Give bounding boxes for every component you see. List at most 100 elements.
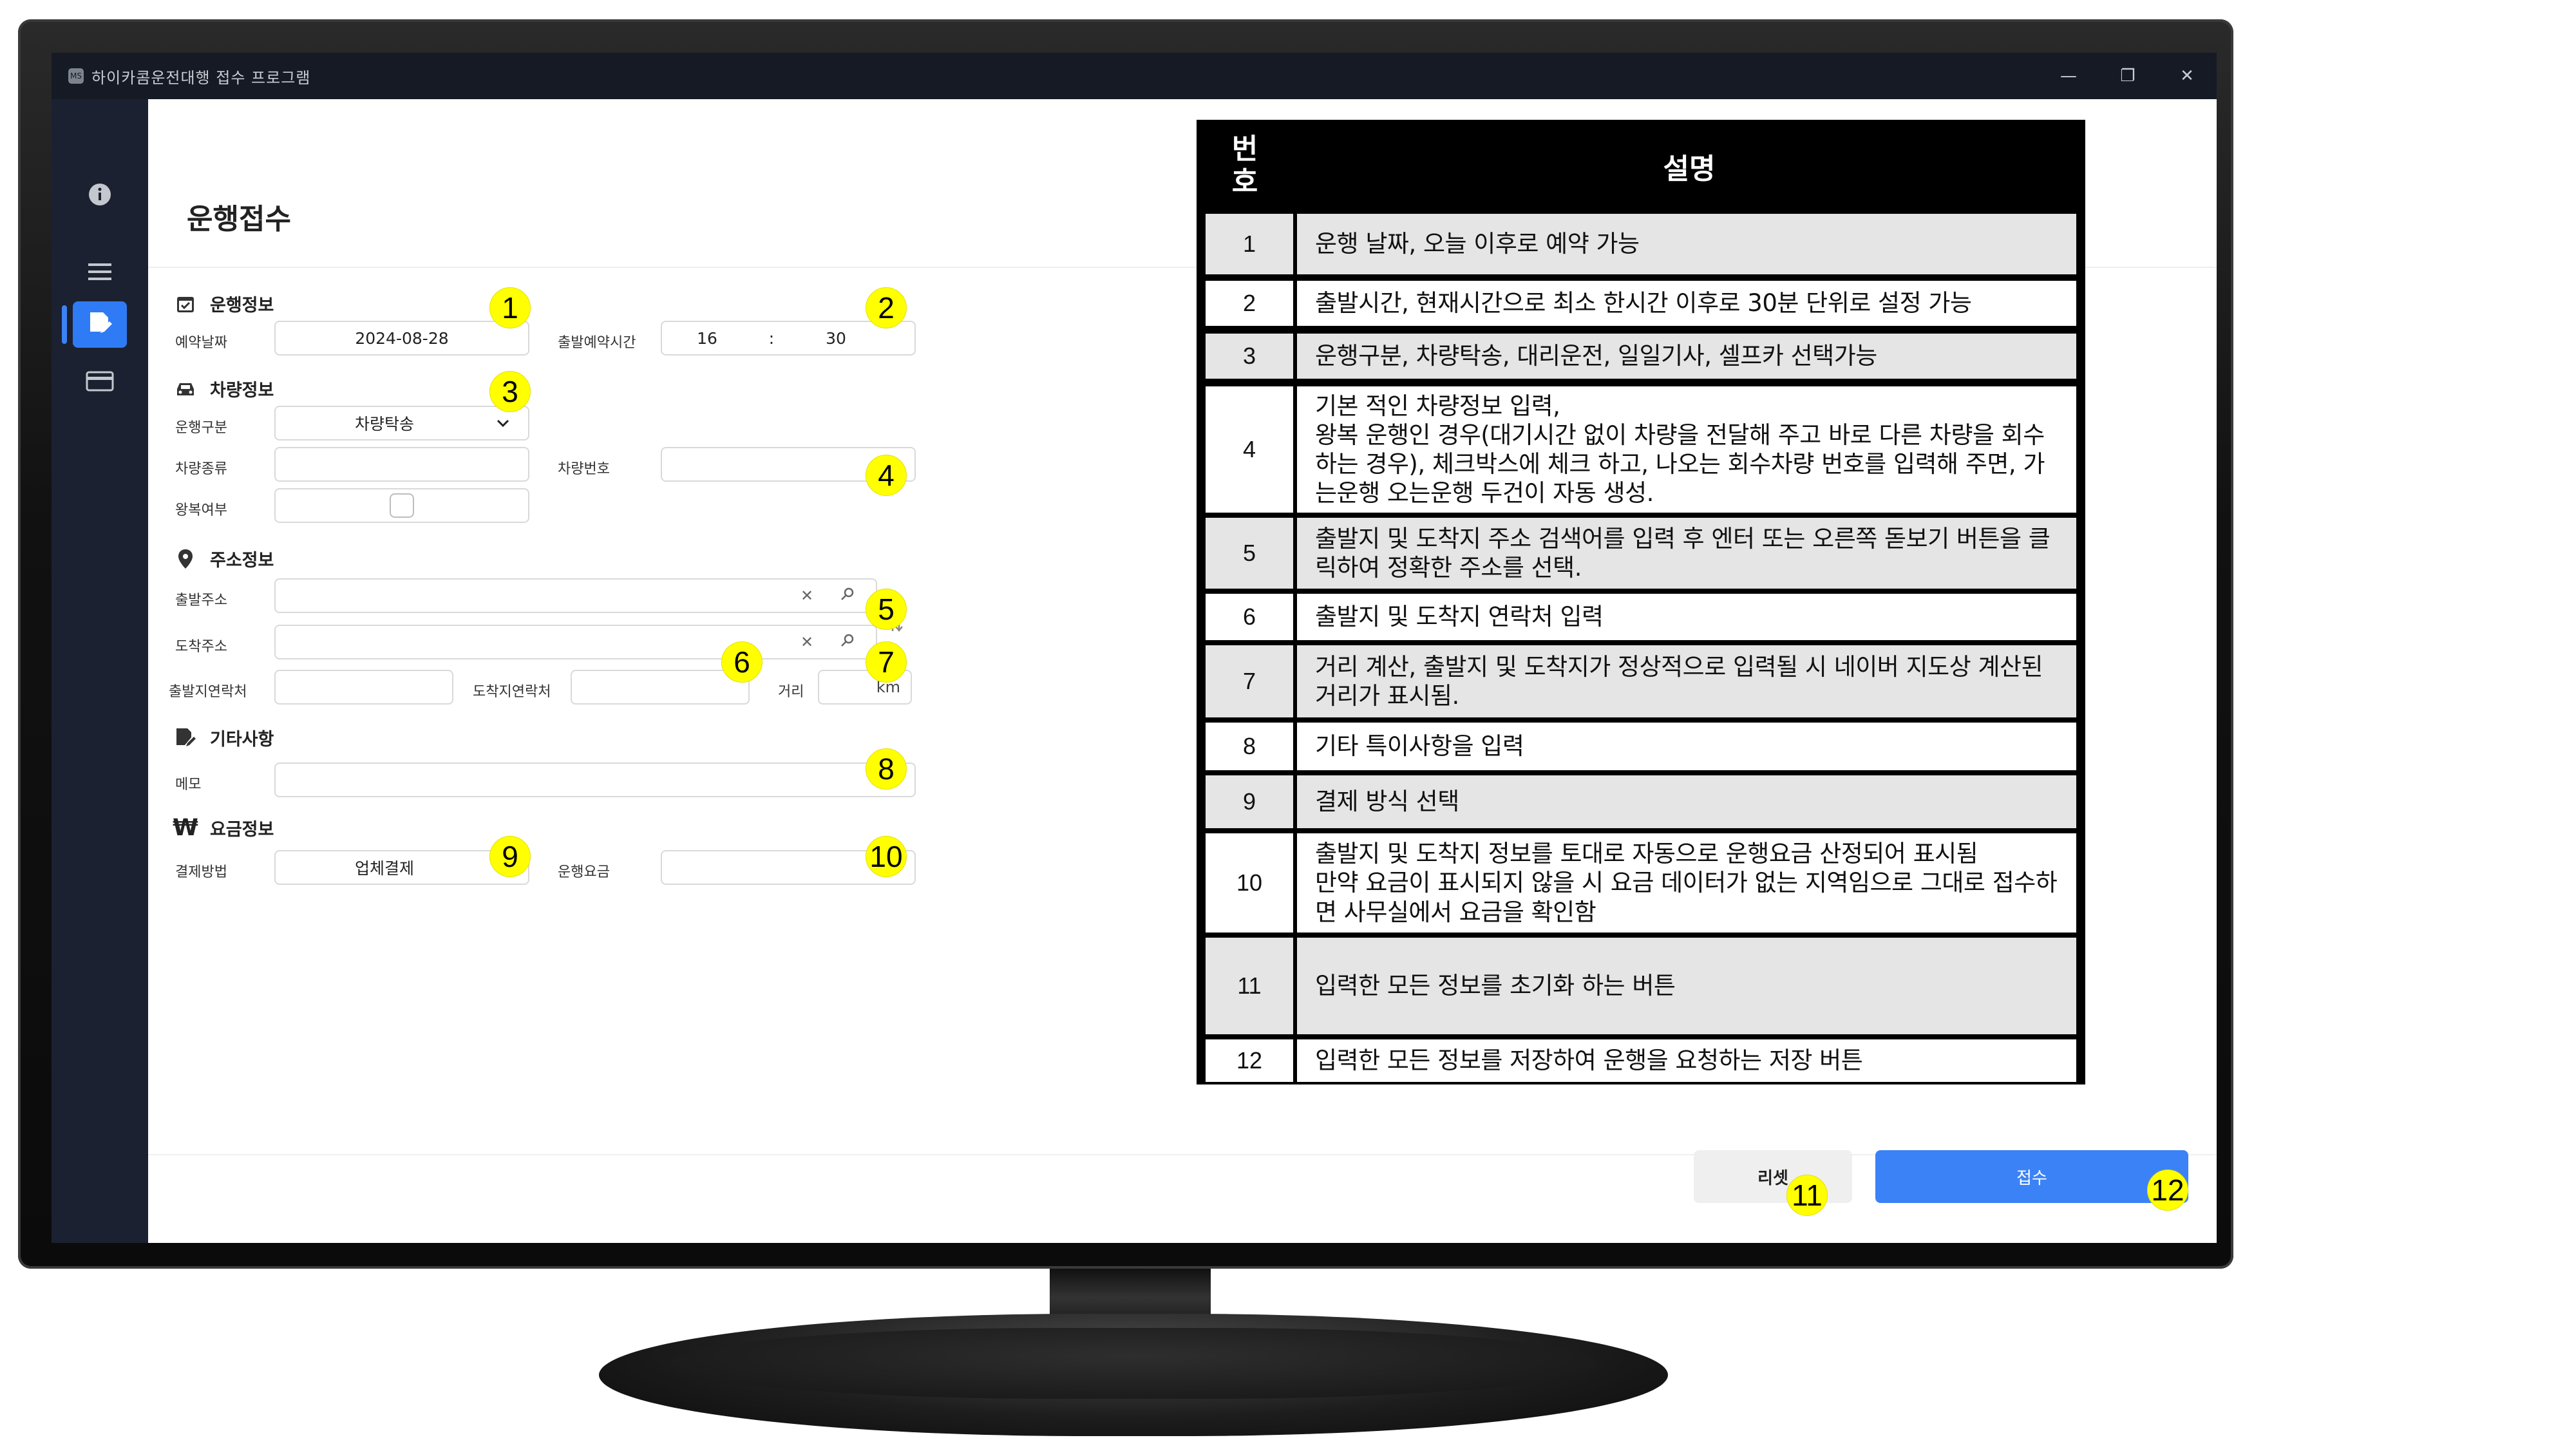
table-row: 9 결제 방식 선택 — [1206, 775, 2076, 828]
restore-button[interactable]: ❐ — [2098, 53, 2157, 99]
sidebar-item-payment[interactable] — [52, 357, 148, 408]
info-icon — [87, 182, 113, 210]
reserve-date-label: 예약날짜 — [175, 335, 227, 351]
section-title: 차량정보 — [210, 381, 274, 401]
table-cell-description: 입력한 모든 정보를 저장하여 운행을 요청하는 저장 버튼 — [1297, 1039, 2076, 1082]
table-row: 12 입력한 모든 정보를 저장하여 운행을 요청하는 저장 버튼 — [1206, 1039, 2076, 1082]
reset-button[interactable]: 리셋 — [1694, 1150, 1852, 1203]
dest-contact-input[interactable] — [571, 670, 750, 705]
table-cell-number: 5 — [1206, 518, 1293, 589]
table-row: 4 기본 적인 차량정보 입력, 왕복 운행인 경우(대기시간 없이 차량을 전달… — [1206, 386, 2076, 513]
sidebar-item-reception[interactable] — [52, 299, 148, 350]
drive-type-value: 차량탁송 — [354, 415, 414, 433]
callout-badge: 5 — [866, 589, 907, 630]
round-trip-field — [274, 488, 529, 523]
table-cell-description: 거리 계산, 출발지 및 도착지가 정상적으로 입력될 시 네이버 지도상 계산… — [1297, 645, 2076, 717]
departure-time-label: 출발예약시간 — [558, 335, 636, 351]
table-cell-description: 출발지 및 도착지 주소 검색어를 입력 후 엔터 또는 오른쪽 돋보기 버튼을… — [1297, 518, 2076, 589]
destination-label: 도착주소 — [175, 639, 227, 655]
edit-document-icon — [174, 726, 197, 750]
vehicle-type-input[interactable] — [274, 447, 529, 482]
callout-badge: 6 — [721, 641, 762, 683]
dest-contact-label: 도착지연락처 — [473, 684, 551, 700]
table-cell-number: 7 — [1206, 645, 1293, 717]
edit-document-icon — [86, 310, 113, 339]
window-title: 하이카콤운전대행 접수 프로그램 — [91, 68, 311, 87]
section-fee-info: ₩ 요금정보 — [173, 815, 274, 841]
callout-badge: 2 — [866, 287, 907, 328]
monitor-stand-neck — [1050, 1269, 1211, 1317]
submit-button[interactable]: 접수 — [1875, 1150, 2188, 1203]
close-button[interactable]: ✕ — [2157, 53, 2217, 99]
table-cell-number: 8 — [1206, 723, 1293, 770]
section-etc-info: 기타사항 — [174, 725, 274, 750]
table-header: 번호 설명 — [1197, 120, 2085, 213]
destination-address-input[interactable]: ✕ — [274, 625, 877, 659]
table-row: 11 입력한 모든 정보를 초기화 하는 버튼 — [1206, 938, 2076, 1034]
section-address-info: 주소정보 — [174, 546, 274, 571]
fee-label: 운행요금 — [558, 864, 610, 880]
table-cell-description: 출발지 및 도착지 연락처 입력 — [1297, 594, 2076, 640]
table-row: 1 운행 날짜, 오늘 이후로 예약 가능 — [1206, 214, 2076, 274]
clear-icon[interactable]: ✕ — [797, 587, 817, 605]
table-cell-description: 기타 특이사항을 입력 — [1297, 723, 2076, 770]
departure-hour-value[interactable]: 16 — [662, 329, 752, 348]
table-cell-number: 12 — [1206, 1039, 1293, 1082]
memo-label: 메모 — [175, 777, 202, 793]
search-icon[interactable] — [840, 632, 859, 652]
table-cell-number: 6 — [1206, 594, 1293, 640]
callout-badge: 11 — [1786, 1175, 1828, 1216]
origin-label: 출발주소 — [175, 592, 227, 609]
callout-badge: 9 — [489, 836, 531, 877]
section-title: 운행정보 — [210, 296, 274, 316]
section-drive-info: 운행정보 — [174, 291, 274, 316]
origin-contact-label: 출발지연락처 — [169, 684, 247, 700]
departure-minute-value[interactable]: 30 — [791, 329, 881, 348]
memo-input[interactable] — [274, 762, 916, 797]
window-controls: — ❐ ✕ — [2039, 53, 2217, 99]
sidebar-item-menu[interactable] — [52, 247, 148, 299]
location-pin-icon — [174, 547, 197, 571]
origin-contact-input[interactable] — [274, 670, 453, 705]
callout-badge: 10 — [866, 836, 907, 877]
table-cell-description: 출발지 및 도착지 정보를 토대로 자동으로 운행요금 산정되어 표시됨 만약 … — [1297, 833, 2076, 933]
callout-badge: 4 — [866, 455, 907, 496]
payment-method-value: 업체결제 — [354, 859, 414, 878]
app-window: MS 하이카콤운전대행 접수 프로그램 — ❐ ✕ 운행접수 운행정보 예약날짜… — [52, 53, 2217, 1243]
callout-badge: 3 — [489, 371, 531, 412]
description-table: 번호 설명 1 운행 날짜, 오늘 이후로 예약 가능 2 출발시간, 현재시간으로 … — [1197, 120, 2085, 1084]
monitor-stand-base — [599, 1314, 1668, 1436]
chevron-down-icon — [493, 419, 513, 428]
table-cell-description: 입력한 모든 정보를 초기화 하는 버튼 — [1297, 938, 2076, 1034]
time-separator: : — [768, 328, 775, 348]
distance-label: 거리 — [778, 684, 804, 700]
table-cell-description: 운행 날짜, 오늘 이후로 예약 가능 — [1297, 214, 2076, 274]
section-title: 요금정보 — [210, 820, 274, 840]
table-cell-description: 기본 적인 차량정보 입력, 왕복 운행인 경우(대기시간 없이 차량을 전달해… — [1297, 386, 2076, 513]
table-row: 5 출발지 및 도착지 주소 검색어를 입력 후 엔터 또는 오른쪽 돋보기 버튼… — [1206, 518, 2076, 589]
won-icon: ₩ — [173, 815, 198, 841]
title-bar: MS 하이카콤운전대행 접수 프로그램 — ❐ ✕ — [52, 53, 2217, 99]
sidebar-active-item — [73, 301, 127, 348]
origin-address-input[interactable]: ✕ — [274, 578, 877, 613]
reserve-date-field[interactable]: 2024-08-28 — [274, 321, 529, 355]
sidebar-item-info[interactable] — [52, 170, 148, 222]
table-row: 7 거리 계산, 출발지 및 도착지가 정상적으로 입력될 시 네이버 지도상 계… — [1206, 645, 2076, 717]
vehicle-type-label: 차량종류 — [175, 461, 227, 477]
table-cell-number: 3 — [1206, 334, 1293, 379]
section-title: 기타사항 — [210, 730, 274, 750]
callout-badge: 12 — [2147, 1170, 2188, 1211]
credit-card-icon — [86, 370, 114, 395]
section-vehicle-info: 차량정보 — [174, 376, 274, 401]
callout-badge: 8 — [866, 748, 907, 790]
table-row: 3 운행구분, 차량탁송, 대리운전, 일일기사, 셀프카 선택가능 — [1206, 334, 2076, 379]
search-icon[interactable] — [840, 586, 859, 605]
round-trip-checkbox[interactable] — [390, 493, 414, 518]
table-header-number: 번호 — [1231, 133, 1258, 198]
clear-icon[interactable]: ✕ — [797, 633, 817, 651]
page-title: 운행접수 — [187, 203, 291, 236]
payment-method-label: 결제방법 — [175, 864, 227, 880]
callout-badge: 7 — [866, 641, 907, 683]
minimize-button[interactable]: — — [2039, 53, 2098, 99]
drive-type-select[interactable]: 차량탁송 — [274, 406, 529, 440]
